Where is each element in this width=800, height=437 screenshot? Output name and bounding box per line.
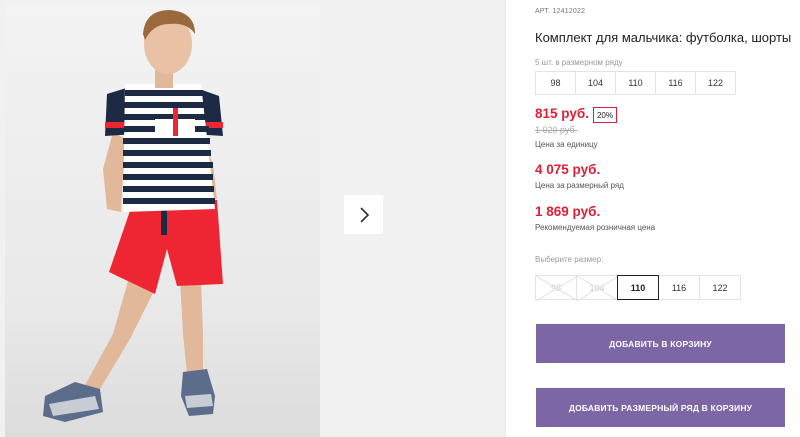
boy-illustration — [43, 10, 223, 422]
discount-badge: 20% — [593, 107, 617, 123]
size-row-item: 116 — [655, 71, 696, 95]
size-option-104: 104 — [576, 275, 619, 301]
chevron-right-icon — [359, 206, 369, 223]
article-label: АРТ. — [535, 8, 551, 15]
size-row-item: 110 — [615, 71, 656, 95]
old-price: 1 020 руб. — [535, 125, 578, 135]
size-row-list: 98 104 110 116 122 — [535, 71, 736, 95]
row-price-caption: Цена за размерный ряд — [535, 181, 624, 190]
product-title: Комплект для мальчика: футболка, шорты — [535, 30, 792, 45]
product-photo — [5, 4, 320, 437]
size-row-item: 98 — [535, 71, 576, 95]
divider — [505, 0, 506, 437]
retail-price-caption: Рекомендуемая розничная цена — [535, 223, 656, 232]
unit-price: 815 руб. — [535, 106, 589, 121]
add-to-cart-button[interactable]: ДОБАВИТЬ В КОРЗИНУ — [536, 324, 785, 363]
size-option-110[interactable]: 110 — [617, 275, 659, 300]
size-row-caption: 5 шт. в размерном ряду — [535, 58, 623, 67]
article-number: АРТ. 12412022 — [535, 8, 585, 15]
article-value: 12412022 — [552, 8, 586, 15]
row-price: 4 075 руб. — [535, 162, 601, 177]
unit-price-caption: Цена за единицу — [535, 140, 598, 149]
retail-price: 1 869 руб. — [535, 204, 601, 219]
size-option-98: 98 — [535, 275, 578, 301]
choose-size-label: Выберите размер: — [535, 255, 604, 264]
size-option-116[interactable]: 116 — [658, 275, 700, 300]
unavailable-cross-icon — [577, 276, 619, 301]
gallery-next-button[interactable] — [344, 195, 383, 234]
size-row-item: 122 — [695, 71, 736, 95]
add-size-row-button[interactable]: ДОБАВИТЬ РАЗМЕРНЫЙ РЯД В КОРЗИНУ — [536, 388, 785, 427]
size-row-item: 104 — [575, 71, 616, 95]
unavailable-cross-icon — [536, 276, 578, 301]
size-selector: 98 104 110 116 122 — [535, 275, 741, 301]
product-gallery — [0, 0, 505, 437]
size-option-122[interactable]: 122 — [699, 275, 741, 300]
